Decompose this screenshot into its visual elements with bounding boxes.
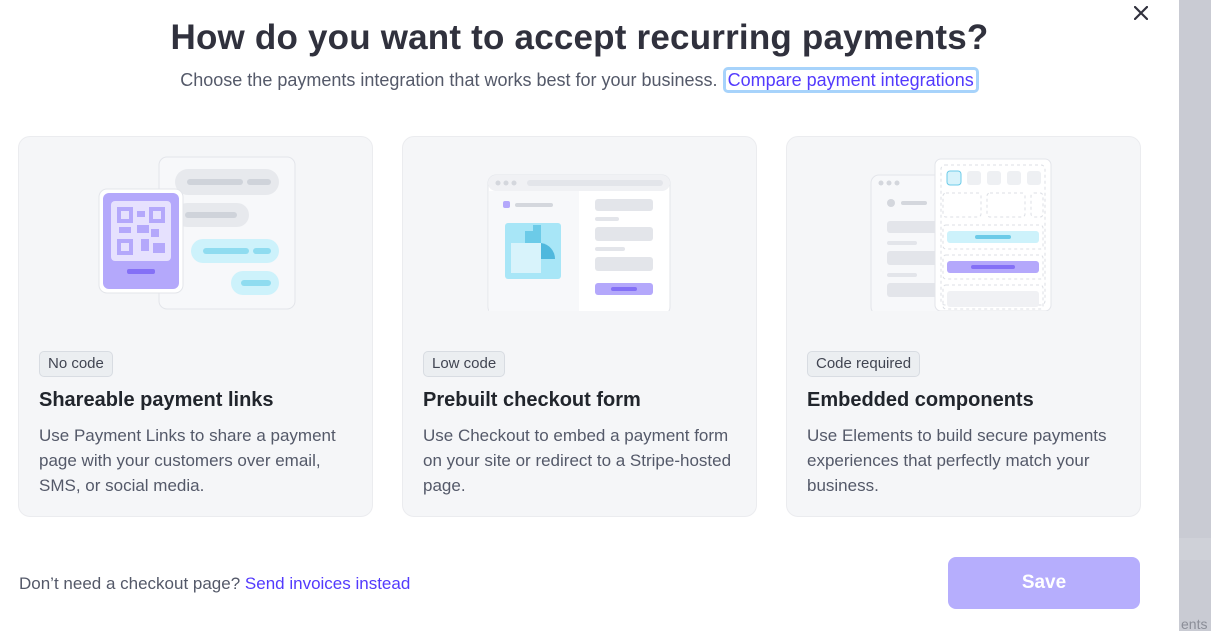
modal-subtitle: Choose the payments integration that wor… [180, 70, 718, 90]
embedded-components-illustration [870, 158, 1052, 311]
qr-code-chat-illustration [98, 156, 296, 310]
footer-prompt: Don’t need a checkout page? [19, 574, 241, 593]
save-button[interactable]: Save [948, 557, 1140, 609]
badge-low-code: Low code [423, 351, 506, 377]
card-description: Use Checkout to embed a payment form on … [423, 426, 732, 495]
integration-modal: How do you want to accept recurring paym… [0, 0, 1179, 631]
backdrop-band [1179, 538, 1211, 560]
checkout-page-illustration [487, 174, 671, 311]
card-description: Use Payment Links to share a payment pag… [39, 426, 336, 495]
modal-title: How do you want to accept recurring paym… [170, 18, 989, 57]
modal-subtitle-row: Choose the payments integration that wor… [0, 67, 1159, 93]
badge-no-code: No code [39, 351, 113, 377]
card-payment-links[interactable]: No code Shareable payment links Use Paym… [18, 136, 373, 517]
send-invoices-link[interactable]: Send invoices instead [245, 574, 410, 593]
card-embedded-components[interactable]: Code required Embedded components Use El… [786, 136, 1141, 517]
card-title: Shareable payment links [39, 389, 274, 411]
card-title: Prebuilt checkout form [423, 389, 641, 411]
backdrop-partial-text: ents [1181, 616, 1208, 631]
page-backdrop [1179, 0, 1211, 631]
footer-prompt-row: Don’t need a checkout page? Send invoice… [19, 574, 410, 594]
card-title: Embedded components [807, 389, 1034, 411]
compare-integrations-link[interactable]: Compare payment integrations [722, 67, 979, 93]
card-description: Use Elements to build secure payments ex… [807, 426, 1107, 495]
badge-code-required: Code required [807, 351, 921, 377]
card-prebuilt-checkout[interactable]: Low code Prebuilt checkout form Use Chec… [402, 136, 757, 517]
